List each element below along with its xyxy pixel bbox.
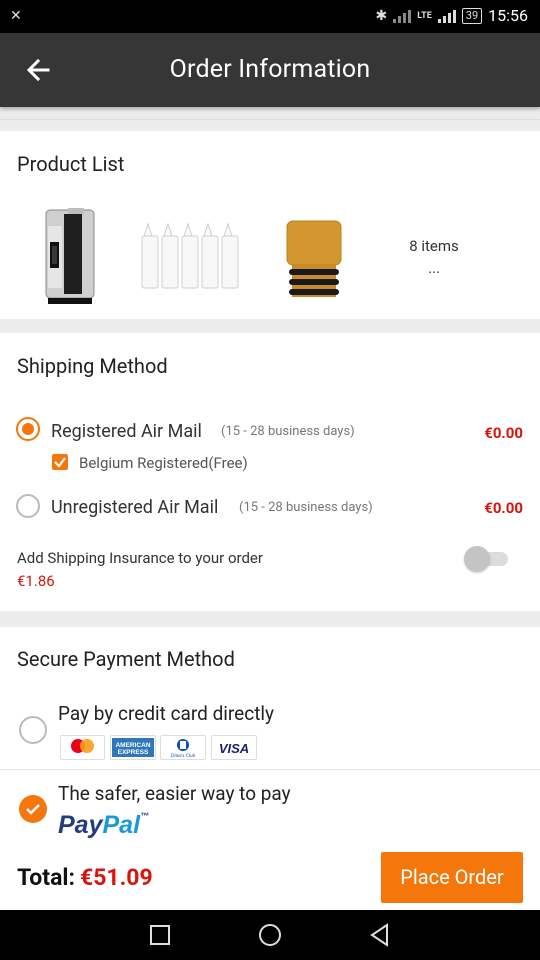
shipping-option-unregistered-radio[interactable] bbox=[16, 494, 40, 518]
paypal-logo-pal: Pal bbox=[102, 811, 141, 839]
network-type: LTE bbox=[417, 10, 432, 21]
total-label: Total: bbox=[17, 864, 75, 891]
visa-logo: VISA bbox=[211, 735, 257, 760]
mastercard-logo bbox=[60, 735, 105, 760]
paypal-logo-tm: ™ bbox=[140, 811, 150, 821]
svg-text:VISA: VISA bbox=[219, 741, 249, 756]
shipping-option-registered-days: (15 - 28 business days) bbox=[221, 424, 355, 439]
paypal-logo-pay: Pay bbox=[58, 811, 103, 839]
product-list-title: Product List bbox=[17, 152, 125, 176]
check-icon bbox=[54, 457, 66, 468]
payment-method-title: Secure Payment Method bbox=[17, 647, 235, 671]
back-triangle-icon[interactable] bbox=[367, 922, 393, 948]
svg-text:EXPRESS: EXPRESS bbox=[118, 749, 149, 756]
pay-paypal-radio[interactable] bbox=[19, 795, 47, 823]
status-icons: ✱ LTE 39 15:56 bbox=[376, 6, 528, 25]
app-bar: Order Information bbox=[0, 33, 540, 107]
recents-icon[interactable] bbox=[147, 922, 173, 948]
total-value: €51.09 bbox=[80, 864, 153, 891]
pay-paypal-label[interactable]: The safer, easier way to pay bbox=[58, 782, 291, 805]
paypal-logo: PayPal™ bbox=[58, 811, 149, 840]
page-title: Order Information bbox=[169, 55, 371, 84]
svg-text:Diners Club: Diners Club bbox=[170, 754, 196, 759]
belgium-registered-label[interactable]: Belgium Registered(Free) bbox=[79, 454, 248, 472]
status-bar: ✕ ✱ LTE 39 15:56 bbox=[0, 0, 540, 33]
amex-logo: AMERICAN EXPRESS bbox=[110, 735, 156, 760]
items-more[interactable]: ... bbox=[380, 259, 488, 277]
shipping-insurance-price: €1.86 bbox=[17, 572, 55, 590]
svg-text:AMERICAN: AMERICAN bbox=[115, 742, 150, 749]
place-order-button[interactable]: Place Order bbox=[381, 852, 523, 903]
shipping-method-title: Shipping Method bbox=[17, 354, 168, 378]
drip-tip-image[interactable] bbox=[284, 219, 344, 301]
belgium-registered-checkbox[interactable] bbox=[52, 454, 68, 470]
items-count[interactable]: 8 items bbox=[380, 237, 488, 255]
check-icon bbox=[26, 804, 40, 815]
shipping-option-unregistered-label[interactable]: Unregistered Air Mail bbox=[51, 497, 218, 518]
shipping-insurance-label: Add Shipping Insurance to your order bbox=[17, 549, 263, 567]
status-time: 15:56 bbox=[488, 6, 528, 25]
shipping-option-registered-price: €0.00 bbox=[484, 424, 523, 442]
shipping-option-registered-radio[interactable] bbox=[16, 417, 40, 441]
signal-icon-2 bbox=[437, 9, 456, 23]
divider bbox=[0, 119, 540, 120]
shipping-option-unregistered-price: €0.00 bbox=[484, 499, 523, 517]
shipping-option-registered-label[interactable]: Registered Air Mail bbox=[51, 421, 202, 442]
toggle-knob bbox=[464, 546, 490, 572]
payment-divider bbox=[0, 769, 540, 770]
bluetooth-icon: ✱ bbox=[375, 7, 388, 24]
system-nav-bar bbox=[0, 910, 540, 960]
signal-icon bbox=[393, 9, 412, 23]
shipping-insurance-toggle[interactable] bbox=[462, 546, 510, 572]
pay-credit-card-label[interactable]: Pay by credit card directly bbox=[58, 702, 274, 725]
box-mod-device-image[interactable] bbox=[42, 206, 98, 306]
home-icon[interactable] bbox=[257, 922, 283, 948]
diners-club-logo: Diners Club bbox=[160, 735, 206, 760]
notification-icon: ✕ bbox=[10, 8, 22, 24]
battery-icon: 39 bbox=[461, 7, 483, 24]
dropper-bottles-image[interactable] bbox=[140, 222, 244, 292]
pay-credit-card-radio[interactable] bbox=[19, 716, 47, 744]
shipping-option-unregistered-days: (15 - 28 business days) bbox=[239, 500, 373, 515]
